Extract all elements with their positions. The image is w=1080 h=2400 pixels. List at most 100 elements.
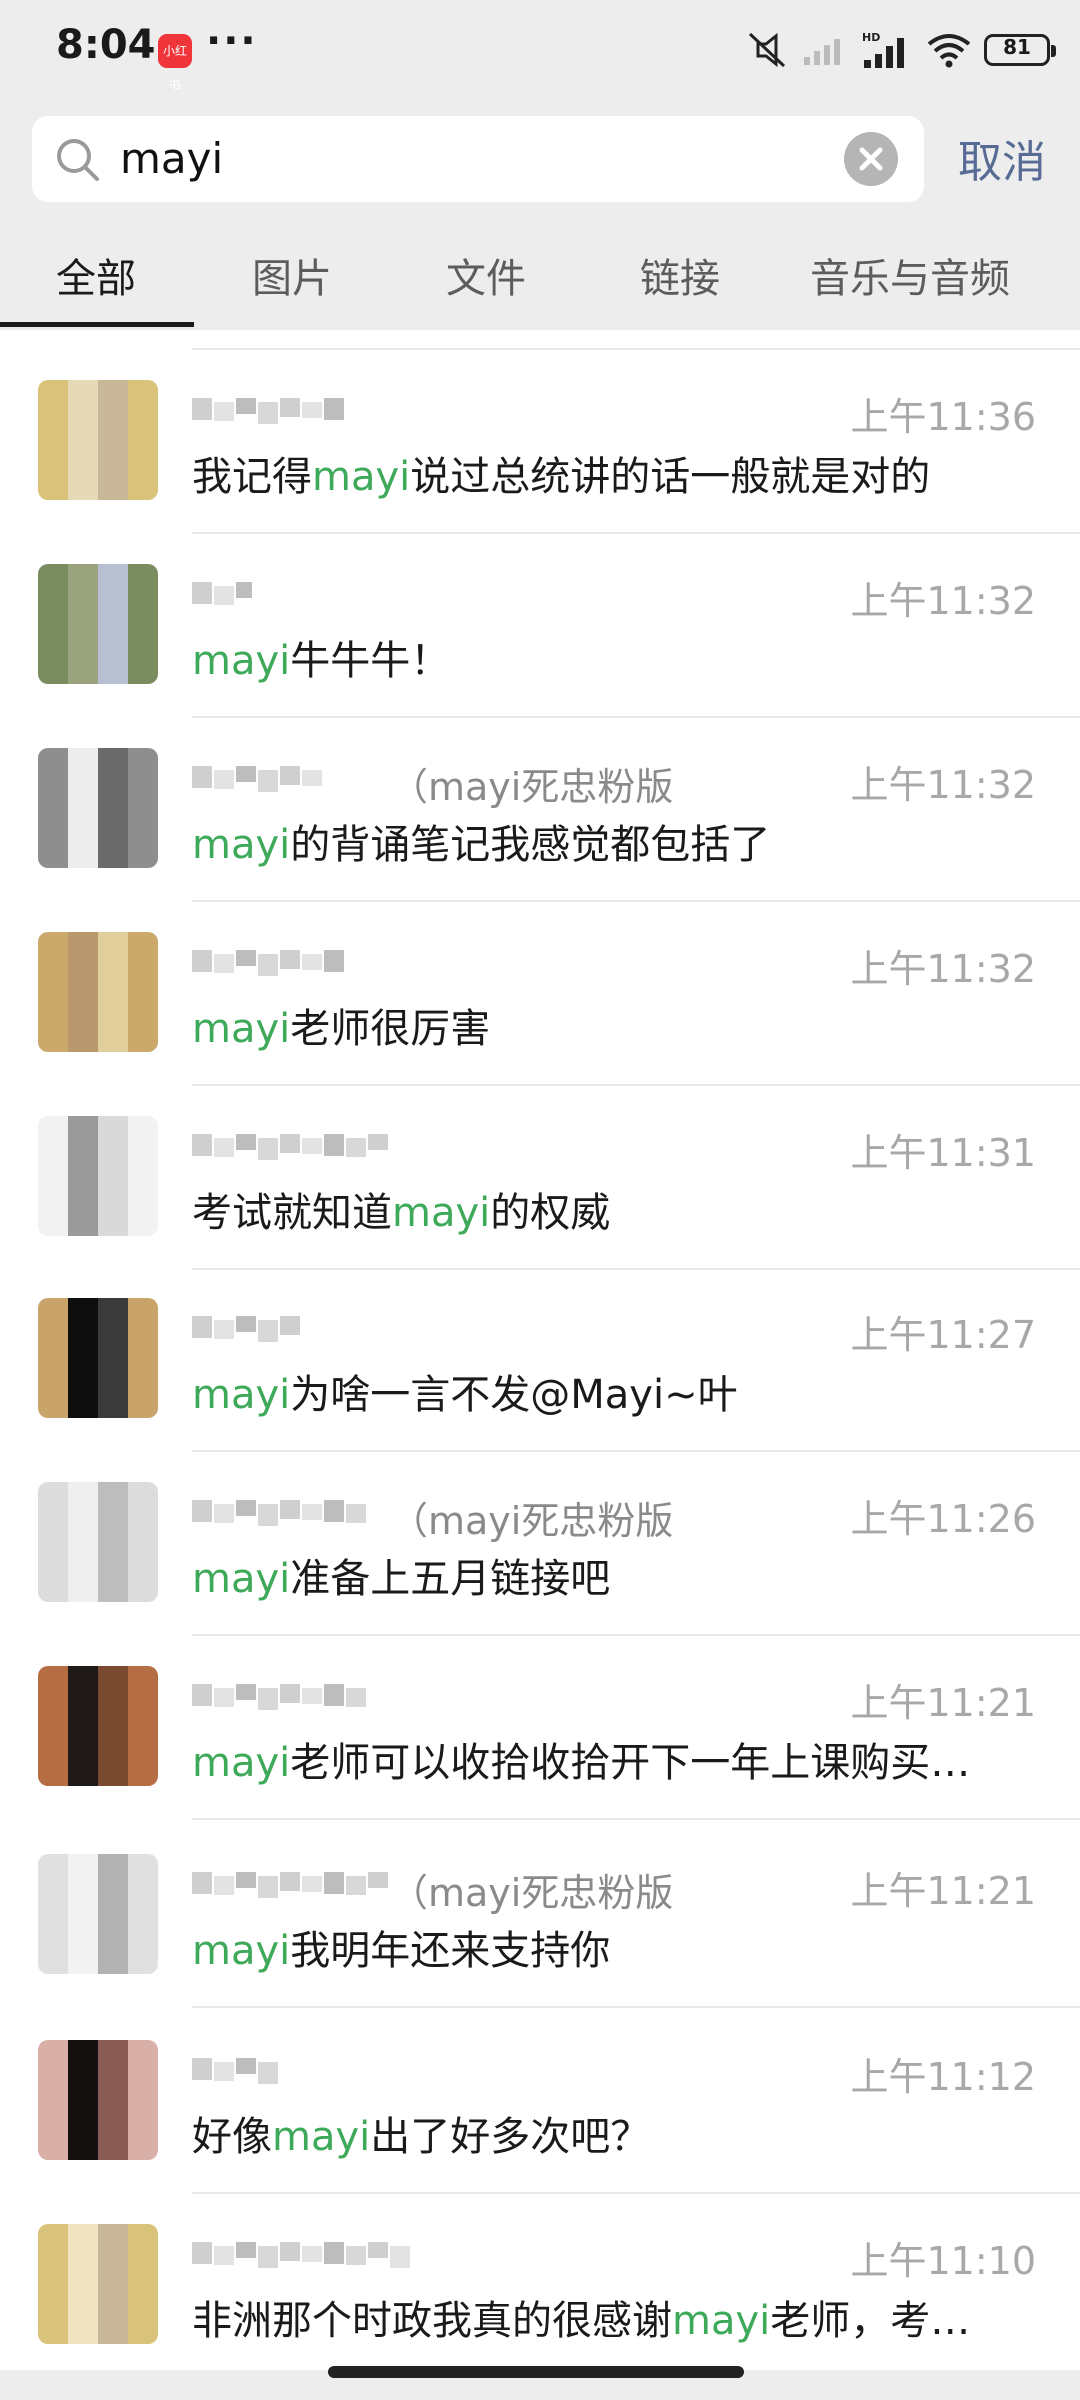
message-text: 非洲那个时政我真的很感谢 (192, 2298, 672, 2344)
avatar[interactable] (38, 932, 158, 1052)
message-time: 上午11:32 (850, 763, 1036, 807)
result-row[interactable]: 上午11:36 我记得mayi说过总统讲的话一般就是对的 (0, 350, 1080, 534)
message-snippet: mayi为啥一言不发@Mayi~叶 (192, 1362, 738, 1420)
redacted-name (192, 2058, 292, 2092)
battery-level: 81 (1003, 35, 1031, 59)
redacted-name (192, 950, 352, 984)
divider (192, 1818, 1080, 1820)
sender-name (192, 1302, 892, 1356)
avatar[interactable] (38, 1854, 158, 1974)
status-time: 8:04 (56, 22, 156, 68)
keyword-highlight: mayi (192, 1006, 291, 1052)
tab-files[interactable]: 文件 (446, 246, 526, 304)
result-row[interactable]: 上午11:21 mayi老师可以收拾收拾开下一年上课购买… (0, 1636, 1080, 1820)
sender-name (192, 384, 892, 438)
sender-suffix: （mayi死忠粉版 (390, 1499, 674, 1543)
message-time: 上午11:10 (850, 2239, 1036, 2283)
keyword-highlight: mayi (192, 1928, 291, 1974)
mute-icon (748, 32, 786, 68)
redacted-name (192, 582, 256, 616)
app-notification-icon: 小红书 (158, 34, 192, 92)
message-time: 上午11:26 (850, 1497, 1036, 1541)
avatar[interactable] (38, 1482, 158, 1602)
more-notifications-icon: ··· (206, 18, 258, 64)
message-text: 老师，考… (770, 2298, 971, 2344)
avatar[interactable] (38, 380, 158, 500)
avatar[interactable] (38, 1116, 158, 1236)
result-row[interactable]: （mayi死忠粉版 上午11:21 mayi我明年还来支持你 (0, 1824, 1080, 2008)
redacted-name (192, 1872, 392, 1906)
search-results-list[interactable]: 上午11:36 我记得mayi说过总统讲的话一般就是对的 上午11:32 mayi牛牛… (0, 330, 1080, 2370)
avatar[interactable] (38, 564, 158, 684)
result-row[interactable]: 上午11:32 mayi牛牛牛！ (0, 534, 1080, 718)
cancel-button[interactable]: 取消 (958, 126, 1046, 190)
tab-all[interactable]: 全部 (56, 246, 136, 304)
avatar[interactable] (38, 2040, 158, 2160)
message-snippet: mayi老师很厉害 (192, 996, 490, 1054)
redacted-name (192, 1684, 372, 1718)
status-icons: HD 81 (744, 26, 1056, 74)
sender-name (192, 2044, 892, 2098)
svg-text:HD: HD (862, 31, 880, 44)
result-row[interactable]: （mayi死忠粉版 上午11:26 mayi准备上五月链接吧 (0, 1452, 1080, 1636)
result-row[interactable]: （mayi死忠粉版 上午11:32 mayi的背诵笔记我感觉都包括了 (0, 718, 1080, 902)
sender-name (192, 568, 892, 622)
message-snippet: mayi我明年还来支持你 (192, 1918, 610, 1976)
status-bar: 8:04 小红书 ··· HD 81 (0, 0, 1080, 100)
avatar[interactable] (38, 2224, 158, 2344)
avatar[interactable] (38, 1666, 158, 1786)
search-input[interactable] (120, 116, 760, 202)
keyword-highlight: mayi (192, 1556, 291, 1602)
sender-name: （mayi死忠粉版 (192, 752, 892, 809)
tab-images[interactable]: 图片 (252, 246, 332, 304)
keyword-highlight: mayi (192, 1740, 291, 1786)
search-bar[interactable] (32, 116, 924, 202)
message-text: 出了好多次吧？ (370, 2114, 651, 2160)
home-indicator[interactable] (328, 2366, 744, 2378)
avatar[interactable] (38, 748, 158, 868)
signal-hd-icon: HD (862, 31, 904, 68)
message-time: 上午11:32 (850, 579, 1036, 623)
result-row[interactable]: 上午11:31 考试就知道mayi的权威 (0, 1086, 1080, 1270)
redacted-name (192, 1500, 382, 1534)
tab-links[interactable]: 链接 (640, 246, 720, 304)
message-time: 上午11:21 (850, 1681, 1036, 1725)
sender-name (192, 2228, 892, 2282)
message-snippet: mayi老师可以收拾收拾开下一年上课购买… (192, 1730, 970, 1788)
message-snippet: 好像mayi出了好多次吧？ (192, 2104, 650, 2162)
message-text: 说过总统讲的话一般就是对的 (410, 454, 931, 500)
clear-search-icon[interactable] (844, 132, 898, 186)
keyword-highlight: mayi (672, 2298, 771, 2344)
result-row[interactable]: 上午11:12 好像mayi出了好多次吧？ (0, 2010, 1080, 2194)
message-snippet: mayi准备上五月链接吧 (192, 1546, 610, 1604)
sender-name: （mayi死忠粉版 (192, 1486, 892, 1543)
result-row[interactable]: 上午11:27 mayi为啥一言不发@Mayi~叶 (0, 1268, 1080, 1452)
message-text: 为啥一言不发@Mayi~叶 (290, 1372, 738, 1418)
active-tab-indicator (0, 322, 194, 327)
redacted-name (192, 2242, 422, 2276)
message-text: 的背诵笔记我感觉都包括了 (290, 822, 771, 868)
message-text: 的权威 (490, 1190, 611, 1236)
result-row[interactable]: 上午11:32 mayi老师很厉害 (0, 902, 1080, 1086)
divider (192, 2006, 1080, 2008)
tab-music-audio[interactable]: 音乐与音频 (810, 246, 1010, 304)
signal-off-icon (804, 39, 840, 65)
message-text: 考试就知道 (192, 1190, 392, 1236)
close-icon (859, 147, 883, 171)
redacted-name (192, 766, 342, 800)
message-time: 上午11:36 (850, 395, 1036, 439)
sender-name (192, 936, 892, 990)
message-snippet: 考试就知道mayi的权威 (192, 1180, 610, 1238)
wifi-icon (927, 34, 971, 68)
message-text: 老师很厉害 (290, 1006, 491, 1052)
keyword-highlight: mayi (392, 1190, 491, 1236)
message-time: 上午11:32 (850, 947, 1036, 991)
sender-name: （mayi死忠粉版 (192, 1858, 892, 1915)
message-snippet: mayi的背诵笔记我感觉都包括了 (192, 812, 770, 870)
message-snippet: 非洲那个时政我真的很感谢mayi老师，考… (192, 2288, 970, 2346)
message-time: 上午11:27 (850, 1313, 1036, 1357)
redacted-name (192, 1134, 392, 1168)
avatar[interactable] (38, 1298, 158, 1418)
category-tabs: 全部 图片 文件 链接 音乐与音频 (0, 228, 1080, 327)
result-row[interactable]: 上午11:10 非洲那个时政我真的很感谢mayi老师，考… (0, 2194, 1080, 2370)
